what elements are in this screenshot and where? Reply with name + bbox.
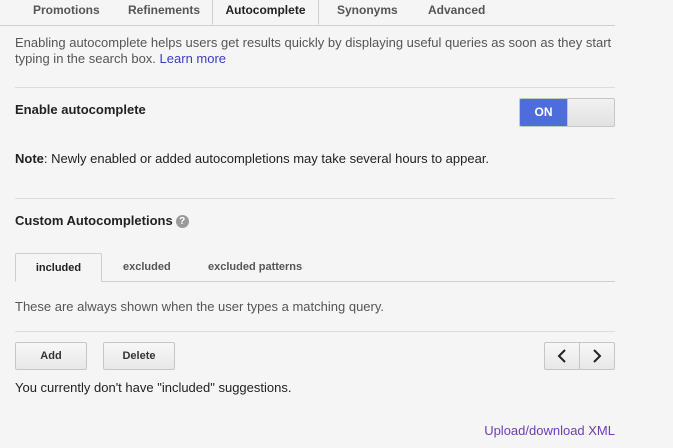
suggestion-tab-bar: included excluded excluded patterns (15, 253, 615, 282)
divider (15, 198, 615, 199)
chevron-right-icon (593, 349, 602, 363)
empty-suggestions-message: You currently don't have "included" sugg… (15, 380, 292, 395)
help-icon[interactable]: ? (175, 215, 189, 228)
custom-autocompletions-heading: Custom Autocompletions? (15, 213, 189, 228)
upload-download-xml-link[interactable]: Upload/download XML (484, 423, 615, 438)
learn-more-link[interactable]: Learn more (160, 51, 226, 66)
chevron-left-icon (557, 349, 566, 363)
tab-included[interactable]: included (15, 253, 102, 282)
add-button[interactable]: Add (15, 342, 87, 370)
tab-excluded-patterns[interactable]: excluded patterns (208, 253, 302, 281)
custom-autocompletions-title: Custom Autocompletions (15, 213, 173, 228)
note-body: : Newly enabled or added autocompletions… (43, 151, 490, 166)
toggle-knob (567, 99, 614, 126)
toggle-on-label: ON (520, 99, 567, 126)
next-page-button[interactable] (580, 343, 615, 369)
divider (15, 87, 615, 88)
enable-autocomplete-label: Enable autocomplete (15, 102, 146, 117)
tab-excluded[interactable]: excluded (123, 253, 171, 281)
tab-promotions[interactable]: Promotions (33, 0, 100, 24)
tab-refinements[interactable]: Refinements (128, 0, 200, 24)
delete-button[interactable]: Delete (103, 342, 175, 370)
enable-autocomplete-toggle[interactable]: ON (519, 98, 615, 127)
top-tab-bar: Promotions Refinements Autocomplete Syno… (0, 0, 615, 26)
note-prefix: Note (15, 151, 44, 166)
autocomplete-description-text: Enabling autocomplete helps users get re… (15, 35, 612, 66)
tab-synonyms[interactable]: Synonyms (337, 0, 398, 24)
tab-autocomplete[interactable]: Autocomplete (212, 0, 319, 25)
previous-page-button[interactable] (545, 343, 580, 369)
note-text: Note: Newly enabled or added autocomplet… (15, 151, 489, 166)
included-description: These are always shown when the user typ… (15, 299, 385, 314)
pagination-controls (544, 342, 615, 370)
divider (15, 331, 615, 332)
autocomplete-description: Enabling autocomplete helps users get re… (15, 35, 615, 67)
tab-advanced[interactable]: Advanced (428, 0, 485, 24)
